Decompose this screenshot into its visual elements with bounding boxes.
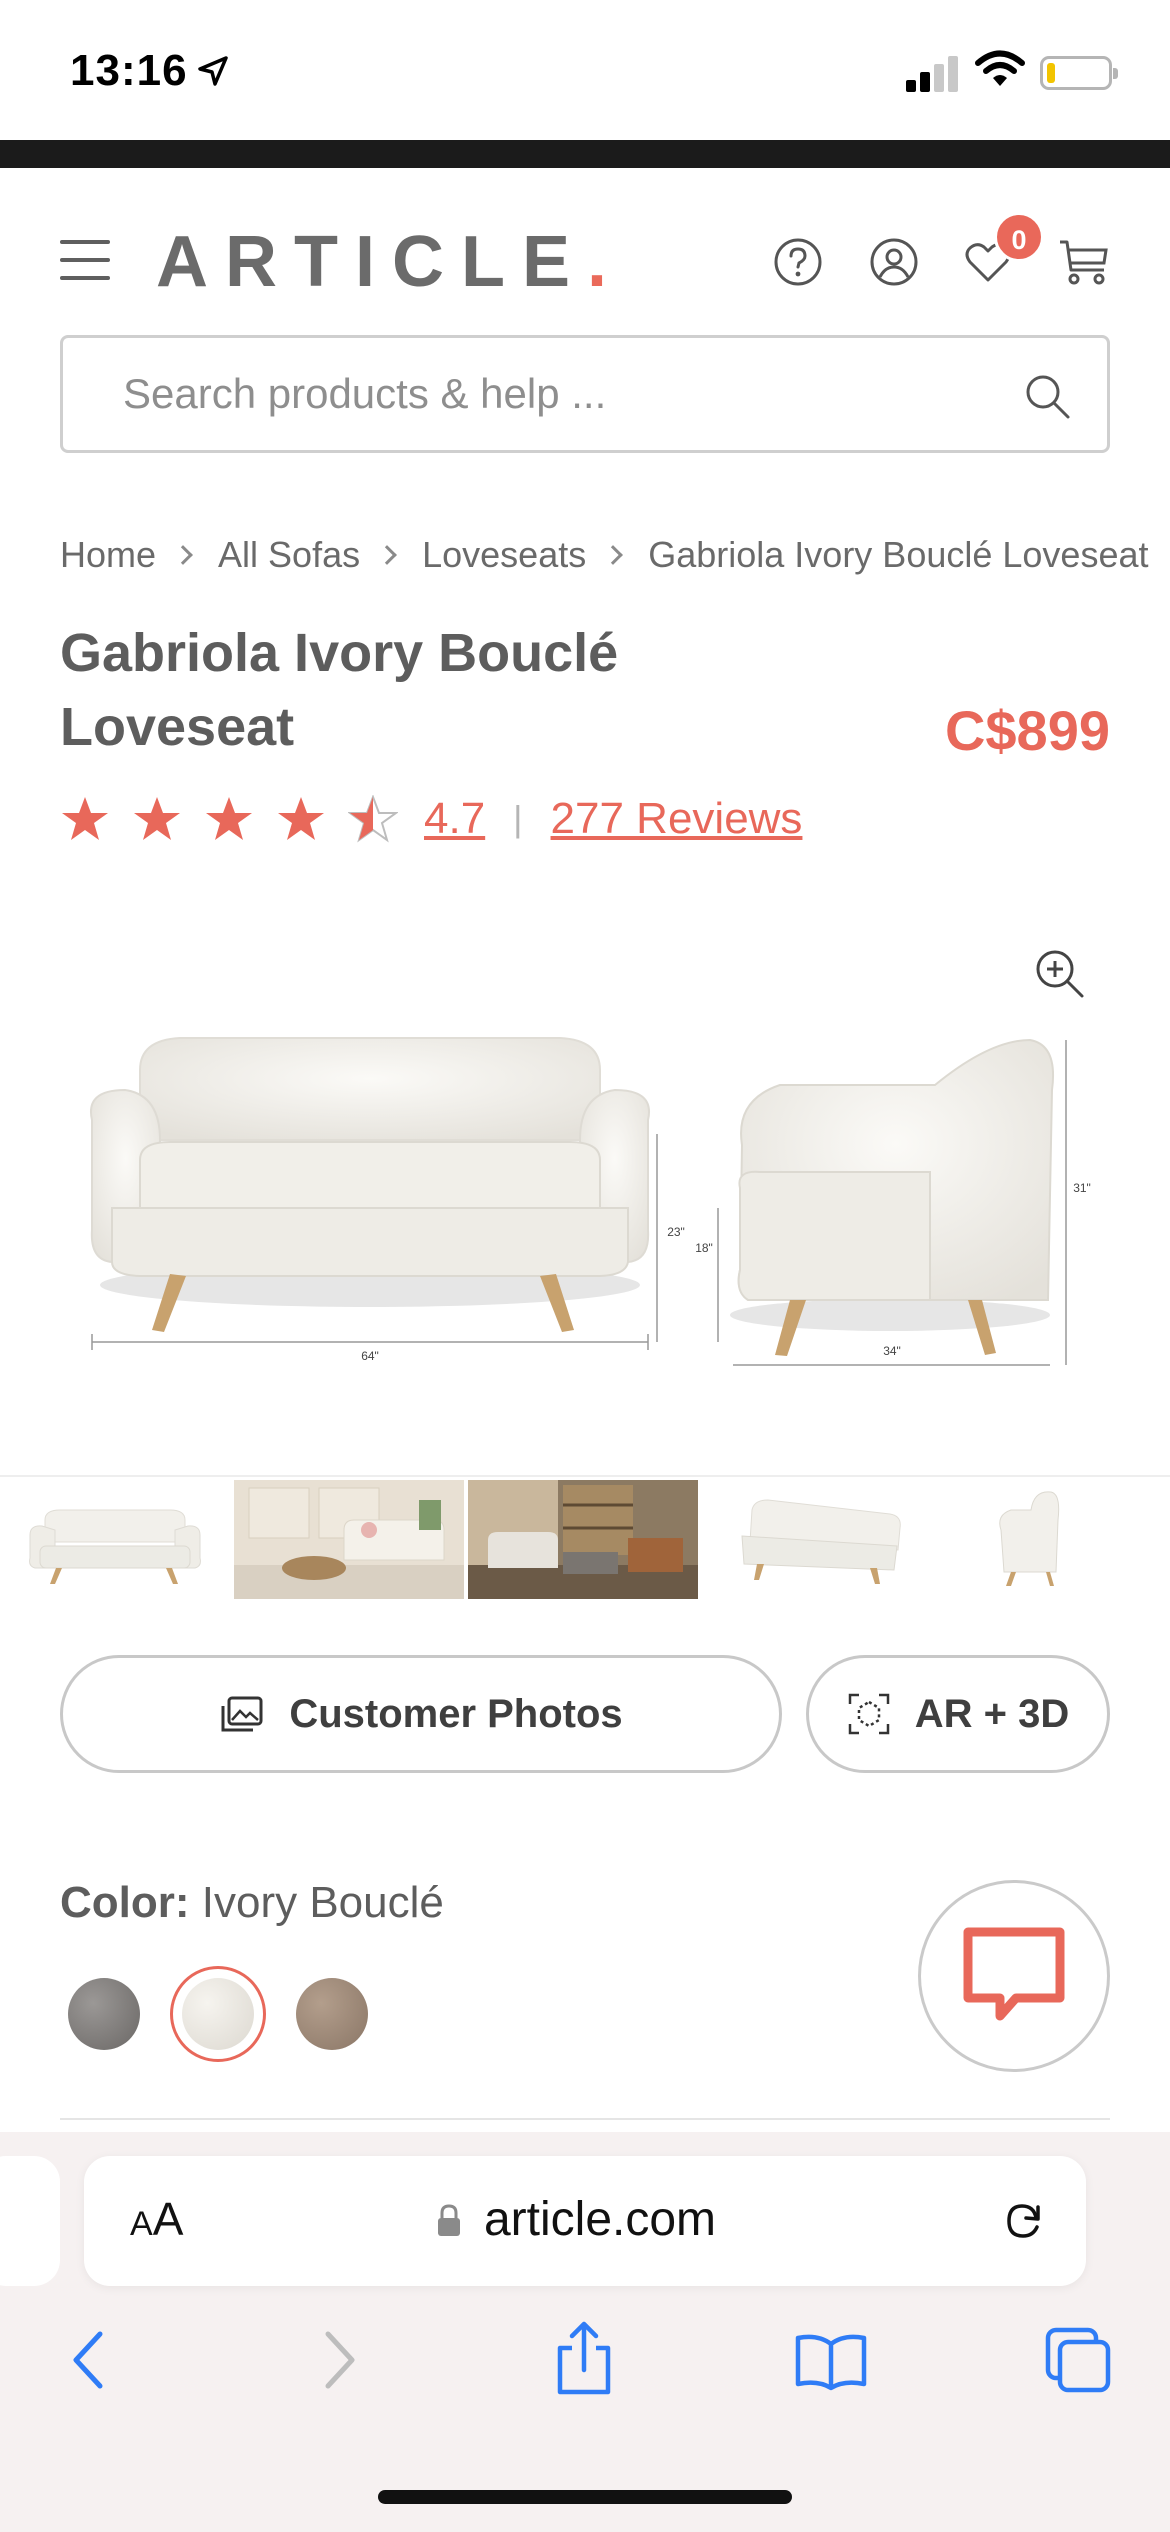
thumbnail-living-room-scene[interactable] <box>234 1480 464 1599</box>
address-bar[interactable]: AA article.com <box>84 2156 1086 2286</box>
rating-value[interactable]: 4.7 <box>424 794 485 844</box>
cart-icon[interactable] <box>1058 236 1110 288</box>
chevron-right-icon <box>377 545 398 565</box>
forward-icon[interactable] <box>318 2328 362 2392</box>
search-icon[interactable] <box>1023 372 1071 420</box>
reload-icon[interactable] <box>1000 2198 1046 2244</box>
breadcrumb-loveseats[interactable]: Loveseats <box>422 534 586 576</box>
color-label: Color: Ivory Bouclé <box>60 1878 444 1927</box>
star-icon <box>206 797 252 840</box>
svg-text:34": 34" <box>883 1344 901 1358</box>
search-box <box>60 335 1110 453</box>
svg-text:18": 18" <box>695 1241 713 1255</box>
menu-icon[interactable] <box>60 238 110 282</box>
ar-cube-icon <box>848 1693 889 1735</box>
chat-button[interactable] <box>918 1880 1110 2072</box>
share-icon[interactable] <box>552 2320 616 2396</box>
product-image[interactable]: 64" 23" 18" 34" 31" <box>0 890 1170 1470</box>
rating-divider: | <box>513 798 523 839</box>
section-divider <box>60 2118 1110 2120</box>
half-star-icon <box>348 795 398 843</box>
site-top-bar <box>0 140 1170 168</box>
product-price: C$899 <box>944 699 1110 762</box>
help-icon[interactable] <box>772 236 824 288</box>
swatch-ivory[interactable] <box>182 1978 254 2050</box>
status-bar: 13:16 <box>0 0 1170 140</box>
location-arrow-icon <box>198 56 228 86</box>
customer-photos-button[interactable]: Customer Photos <box>60 1655 782 1773</box>
chevron-right-icon <box>603 545 624 565</box>
back-icon[interactable] <box>66 2328 110 2392</box>
selected-color-name: Ivory Bouclé <box>201 1878 444 1927</box>
breadcrumb-all-sofas[interactable]: All Sofas <box>218 534 360 576</box>
svg-text:23": 23" <box>667 1225 685 1239</box>
bookmarks-icon[interactable] <box>794 2332 868 2392</box>
thumbnail-angled-view[interactable] <box>702 1480 932 1599</box>
breadcrumb-current: Gabriola Ivory Bouclé Loveseat <box>648 534 1149 575</box>
product-title: Gabriola Ivory Bouclé Loveseat <box>60 623 619 757</box>
swatch-taupe[interactable] <box>296 1978 368 2050</box>
reviews-link[interactable]: 277 Reviews <box>551 794 803 844</box>
svg-text:64": 64" <box>361 1349 379 1363</box>
star-rating <box>60 795 420 843</box>
breadcrumb: Home All Sofas Loveseats Gabriola Ivory … <box>60 530 1170 580</box>
search-input[interactable] <box>123 338 1003 450</box>
wishlist-count-badge: 0 <box>994 212 1044 262</box>
battery-icon <box>1040 56 1118 90</box>
star-icon <box>134 797 180 840</box>
zoom-in-icon[interactable] <box>1034 948 1086 1000</box>
swatch-grey[interactable] <box>68 1978 140 2050</box>
svg-text:31": 31" <box>1073 1181 1091 1195</box>
customer-photos-label: Customer Photos <box>289 1691 623 1736</box>
rating-row: 4.7 | 277 Reviews <box>60 784 802 854</box>
signal-icon <box>906 54 960 92</box>
url-text[interactable]: article.com <box>84 2192 1086 2247</box>
thumbnail-front-view[interactable] <box>0 1480 230 1599</box>
thumbnail-lounge-scene[interactable] <box>468 1480 698 1599</box>
thumbnail-strip <box>0 1475 1170 1600</box>
previous-tab-preview[interactable] <box>0 2156 60 2286</box>
safari-toolbar: AA article.com <box>0 2132 1170 2532</box>
account-icon[interactable] <box>868 236 920 288</box>
home-indicator <box>378 2490 792 2504</box>
star-icon <box>278 797 324 840</box>
wifi-icon <box>975 50 1025 86</box>
star-icon <box>62 797 108 840</box>
photos-icon <box>221 1696 263 1732</box>
status-time: 13:16 <box>70 46 188 95</box>
chevron-right-icon <box>173 545 193 565</box>
ar-3d-label: AR + 3D <box>914 1691 1070 1736</box>
article-logo[interactable]: ARTICLE. <box>156 222 607 302</box>
chat-icon <box>963 1927 1065 2021</box>
tabs-icon[interactable] <box>1044 2326 1114 2396</box>
thumbnail-side-view[interactable] <box>936 1480 1166 1599</box>
breadcrumb-home[interactable]: Home <box>60 534 156 576</box>
ar-3d-button[interactable]: AR + 3D <box>806 1655 1110 1773</box>
